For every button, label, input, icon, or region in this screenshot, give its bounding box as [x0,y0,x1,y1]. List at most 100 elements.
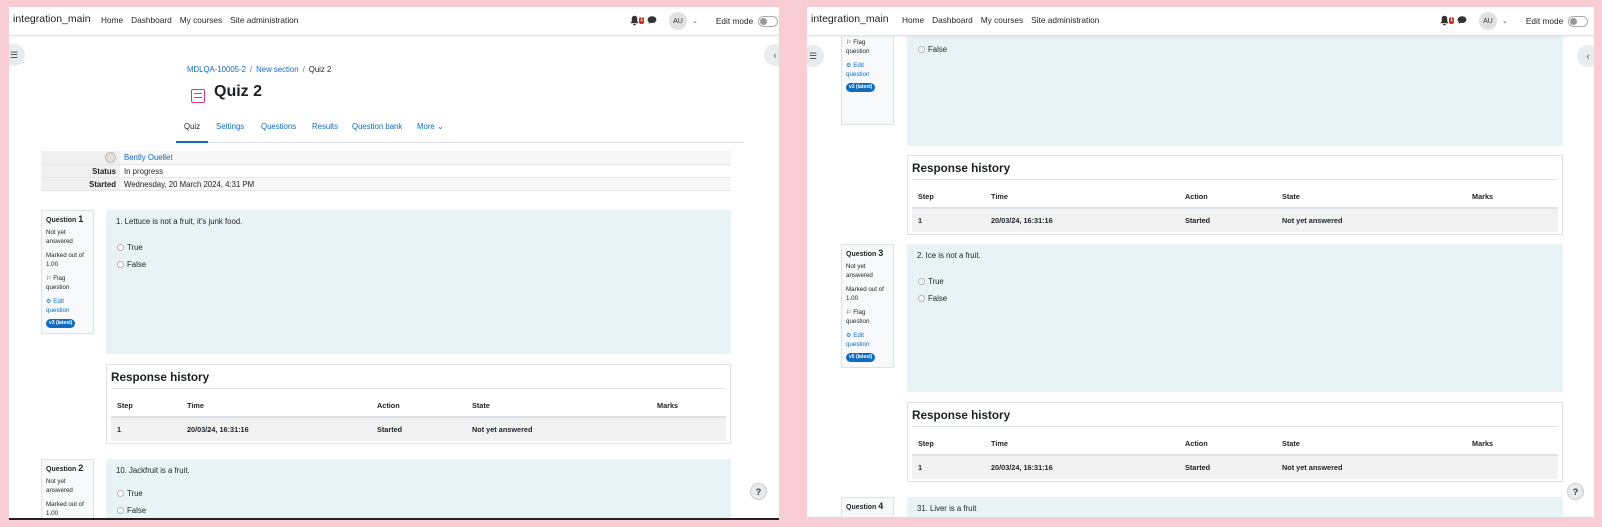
tab-questions[interactable]: Questions [261,122,296,131]
question-info-2: Question 2 Not yet answered Marked out o… [41,459,94,518]
response-history-title: Response history [111,371,726,389]
flag-icon: ⚐ [846,39,852,46]
version-badge: v5 (latest) [846,353,876,362]
started-value: Wednesday, 20 March 2024, 4:31 PM [120,177,731,191]
nav-my-courses[interactable]: My courses [180,15,222,25]
table-row: 1 20/03/24, 16:31:16 Started Not yet answer… [912,208,1558,232]
version-badge: v3 (latest) [46,319,76,328]
option-true[interactable]: True [117,489,143,498]
help-button[interactable]: ? [1567,483,1584,500]
response-history-1: Response history Step Time Action State Mark… [106,364,731,444]
user-avatar[interactable]: AU [669,12,687,30]
option-false[interactable]: False [117,260,146,269]
radio-true [117,244,124,251]
user-name-link[interactable]: Bently Ouellet [124,153,173,162]
chevron-down-icon: ⌄ [436,122,444,131]
edit-mode-toggle[interactable] [758,15,779,27]
gear-icon: ⚙ [46,298,52,305]
flag-question[interactable]: ⚐ Flag question [846,308,889,326]
edit-mode-label: Edit mode [715,16,754,26]
chevron-left-icon: ‹ [1586,51,1590,61]
question-state: Not yet answered [46,478,73,494]
top-navbar: integration_main Home Dashboard My cours… [9,7,779,36]
tab-results[interactable]: Results [312,122,338,131]
nav-dashboard[interactable]: Dashboard [131,15,172,25]
tab-settings[interactable]: Settings [216,122,244,131]
chevron-left-icon: ‹ [773,50,777,60]
option-false[interactable]: False [918,294,947,303]
option-true[interactable]: True [117,243,143,252]
question-info-3: Question 3 Not yet answered Marked out o… [841,244,894,368]
site-brand[interactable]: integration_main [811,13,889,25]
nav-site-administration[interactable]: Site administration [1031,15,1099,25]
help-button[interactable]: ? [750,483,767,500]
open-block-drawer-button[interactable]: ‹ [1577,45,1594,67]
tab-more[interactable]: More ⌄ [417,122,443,131]
primary-nav: Home Dashboard My courses Site administr… [902,15,1099,25]
edit-mode-toggle[interactable] [1568,15,1589,27]
nav-my-courses[interactable]: My courses [981,15,1023,25]
response-history-3: Response history Step Time Action State Mark… [907,402,1563,482]
open-course-index-button[interactable]: ☰ [807,45,824,67]
secondary-navigation: Quiz Settings Questions Results Question… [176,115,744,143]
breadcrumb-current: Quiz 2 [308,65,332,74]
user-menu-area: 1 AU ⌄ Edit mode [1439,12,1589,30]
nav-site-administration[interactable]: Site administration [230,15,298,25]
question-content-2: 10. Jackfruit is a fruit. True False [106,459,731,518]
edit-question-link[interactable]: ⚙ Edit question [846,331,889,349]
notification-count-badge: 1 [639,17,644,24]
flag-icon: ⚐ [46,275,52,282]
notifications-bell-icon[interactable]: 1 [1439,15,1454,27]
user-picture[interactable] [105,152,116,163]
primary-nav: Home Dashboard My courses Site administr… [101,15,298,25]
site-brand[interactable]: integration_main [13,13,91,25]
response-history-title: Response history [912,162,1558,180]
option-false[interactable]: False [918,45,947,54]
open-block-drawer-button[interactable]: ‹ [764,44,779,66]
option-true[interactable]: True [918,277,944,286]
flag-icon: ⚐ [846,309,852,316]
edit-question-link[interactable]: ⚙ Edit question [46,297,89,315]
edit-question-link[interactable]: ⚙ Edit question [846,61,889,79]
right-window: ⚐ Flag question ⚙ Edit question v3 (late… [807,7,1594,517]
chevron-down-icon[interactable]: ⌄ [1502,17,1508,25]
breadcrumb-section[interactable]: New section [256,65,298,74]
question-content-3: 2. Ice is not a fruit. True False [907,244,1563,392]
attempt-summary-table: Bently Ouellet Status In progress Started… [41,151,731,191]
user-avatar[interactable]: AU [1479,12,1497,30]
question-number: Question 1 [46,214,84,225]
question-mark: Marked out of 1.00 [846,286,884,302]
question-text: 1. Lettuce is not a fruit, it's junk foo… [116,217,243,226]
nav-home[interactable]: Home [902,15,924,25]
table-row: 1 20/03/24, 16:31:16 Started Not yet answer… [111,417,726,441]
question-text: 31. Liver is a fruit [917,504,977,513]
question-state: Not yet answered [46,229,73,245]
question-state: Not yet answered [846,263,873,279]
flag-question[interactable]: ⚐ Flag question [46,274,89,292]
status-label: Status [41,164,120,178]
option-false[interactable]: False [117,506,146,515]
open-course-index-button[interactable]: ☰ [9,44,25,66]
breadcrumb-course[interactable]: MDLQA-10005-2 [187,65,246,74]
chevron-down-icon[interactable]: ⌄ [692,17,698,25]
table-row: 1 20/03/24, 16:31:16 Started Not yet answer… [912,455,1558,479]
question-mark: Marked out of 1.00 [46,501,84,517]
gear-icon: ⚙ [846,62,852,69]
radio-false [117,261,124,268]
tab-question-bank[interactable]: Question bank [352,122,402,131]
response-history-table: Step Time Action State Marks 1 20/03/24, 16:3… [111,395,726,441]
top-navbar: integration_main Home Dashboard My cours… [807,7,1594,36]
started-label: Started [41,177,120,191]
nav-home[interactable]: Home [101,15,123,25]
flag-question[interactable]: ⚐ Flag question [846,38,889,56]
tab-quiz[interactable]: Quiz [184,122,200,131]
notification-count-badge: 1 [1449,17,1454,24]
notifications-bell-icon[interactable]: 1 [629,15,644,27]
question-number: Question 3 [846,248,884,259]
nav-dashboard[interactable]: Dashboard [932,15,973,25]
user-menu-area: 1 AU ⌄ Edit mode [629,12,779,30]
question-number: Question 4 [846,501,884,512]
tab-more-label: More [417,122,435,131]
response-history-title: Response history [912,409,1558,427]
version-badge: v3 (latest) [846,83,876,92]
